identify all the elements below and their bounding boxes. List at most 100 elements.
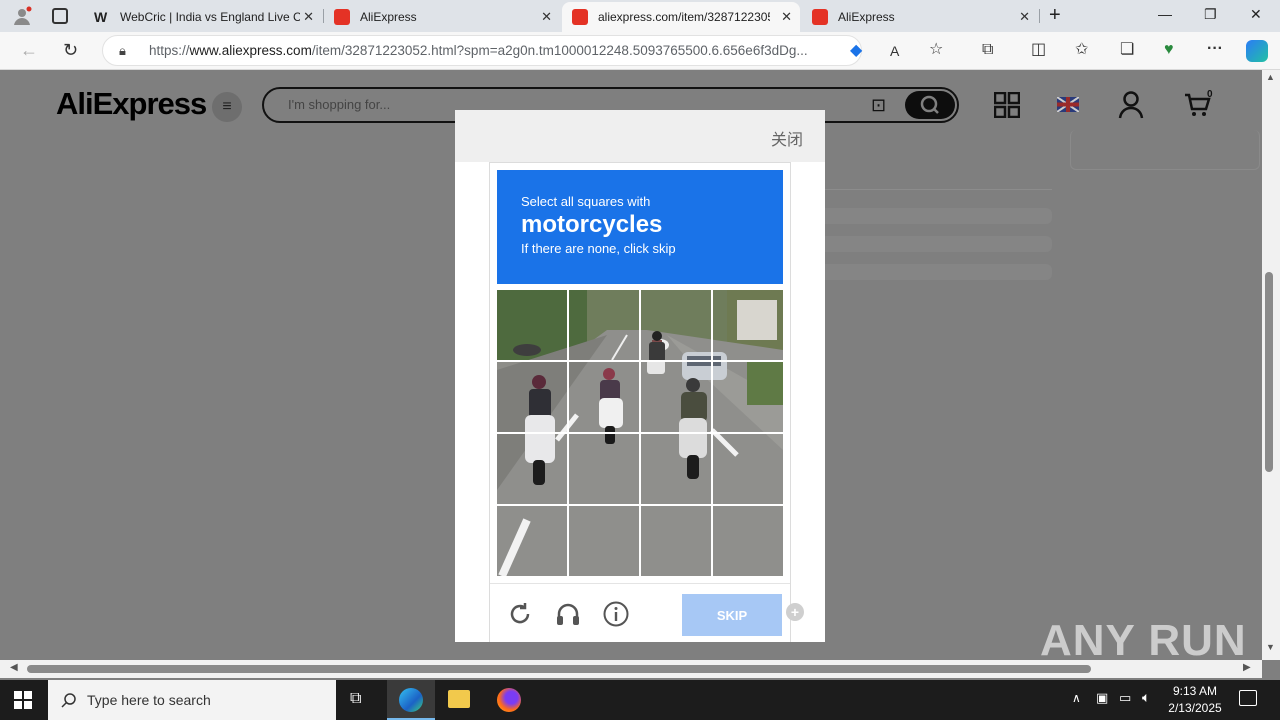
skip-button[interactable]: SKIP	[682, 594, 782, 636]
menu-icon[interactable]: ≡	[212, 92, 242, 122]
captcha-tile[interactable]	[569, 362, 639, 432]
captcha-prompt: Select all squares with motorcycles If t…	[497, 170, 783, 284]
plus-icon[interactable]: +	[786, 603, 804, 621]
network-icon[interactable]: ▭	[1119, 690, 1131, 706]
back-icon[interactable]: ←	[20, 41, 38, 59]
captcha-tile[interactable]	[641, 362, 711, 432]
captcha-tile[interactable]	[497, 290, 567, 360]
close-tab-icon[interactable]: ✕	[781, 9, 792, 25]
uk-flag-icon[interactable]	[1056, 96, 1080, 113]
tab-aliexpress-1[interactable]: AliExpress ✕	[324, 2, 560, 32]
tab-separator	[1039, 9, 1040, 23]
restore-icon[interactable]: ❐	[1204, 6, 1217, 23]
taskbar-search[interactable]: Type here to search	[48, 680, 336, 720]
close-window-icon[interactable]: ✕	[1250, 6, 1262, 23]
tab-title: AliExpress	[360, 10, 417, 24]
captcha-tile[interactable]	[713, 362, 783, 432]
audio-challenge-icon[interactable]	[554, 600, 582, 628]
firefox-icon[interactable]	[497, 688, 521, 712]
tab-aliexpress-2[interactable]: AliExpress ✕	[802, 2, 1038, 32]
refresh-icon[interactable]: ↻	[63, 41, 78, 59]
split-screen-icon[interactable]: ◫	[1031, 42, 1046, 58]
search-icon	[920, 95, 939, 114]
tab-aliexpress-item[interactable]: aliexpress.com/item/3287122305 ✕	[562, 2, 800, 32]
notifications-icon[interactable]	[1239, 690, 1257, 706]
read-aloud-icon[interactable]: A	[890, 43, 899, 59]
scroll-left-icon[interactable]: ◀	[10, 662, 18, 673]
tab-actions-icon[interactable]	[52, 8, 68, 24]
captcha-tile[interactable]	[641, 434, 711, 504]
taskbar-clock[interactable]: 9:13 AM 2/13/2025	[1163, 683, 1227, 717]
reload-icon[interactable]	[506, 600, 534, 628]
browser-tab-bar: W WebCric | India vs England Live C ✕ Al…	[0, 0, 1280, 32]
show-hidden-icons[interactable]: ∧	[1072, 691, 1081, 705]
scrollbar-thumb[interactable]	[27, 665, 1091, 673]
captcha-instruction: Select all squares with	[521, 194, 651, 209]
info-icon[interactable]	[602, 600, 630, 628]
collections-icon[interactable]: ❏	[1120, 42, 1134, 58]
close-tab-icon[interactable]: ✕	[303, 9, 314, 25]
close-tab-icon[interactable]: ✕	[1019, 9, 1030, 25]
file-explorer-icon[interactable]	[448, 690, 470, 708]
tab-webcric[interactable]: W WebCric | India vs England Live C ✕	[84, 2, 322, 32]
profile-icon[interactable]	[12, 6, 32, 26]
volume-icon[interactable]: 🔈︎	[1142, 689, 1150, 706]
tab-title: aliexpress.com/item/3287122305	[598, 10, 770, 24]
captcha-tile[interactable]	[497, 434, 567, 504]
verification-modal: 关闭 Select all squares with motorcycles I…	[455, 110, 825, 642]
search-button[interactable]	[905, 91, 955, 119]
url-field[interactable]: 🔒︎ https://www.aliexpress.com/item/32871…	[102, 35, 862, 66]
more-options-icon[interactable]: ···	[1207, 41, 1223, 57]
captcha-image-grid	[497, 290, 783, 576]
device-icon[interactable]: ▣	[1096, 690, 1108, 706]
copilot-icon[interactable]	[1246, 40, 1268, 62]
captcha-tile[interactable]	[569, 434, 639, 504]
apps-grid-icon[interactable]	[993, 91, 1021, 119]
scroll-down-icon[interactable]: ▼	[1266, 642, 1275, 652]
extensions-icon[interactable]: ⧉	[982, 42, 993, 58]
captcha-tile[interactable]	[713, 290, 783, 360]
image-search-icon[interactable]: ⊡	[871, 95, 886, 116]
site-logo[interactable]: AliExpress	[56, 86, 207, 122]
skeleton-line	[808, 264, 1052, 280]
captcha-tile[interactable]	[497, 362, 567, 432]
skeleton-line	[808, 208, 1052, 224]
captcha-hint: If there are none, click skip	[521, 241, 676, 256]
captcha-footer: SKIP	[490, 583, 790, 643]
captcha-tile[interactable]	[497, 506, 567, 576]
shopping-tag-icon[interactable]: ◆	[850, 43, 862, 59]
captcha-tile[interactable]	[569, 290, 639, 360]
captcha-tile[interactable]	[641, 506, 711, 576]
edge-taskbar-icon[interactable]	[387, 680, 435, 720]
scroll-up-icon[interactable]: ▲	[1266, 72, 1275, 82]
clock-time: 9:13 AM	[1172, 684, 1218, 698]
close-tab-icon[interactable]: ✕	[541, 9, 552, 25]
clock-date: 2/13/2025	[1168, 701, 1222, 715]
start-button[interactable]	[14, 691, 32, 709]
aliexpress-icon	[334, 9, 350, 25]
scrollbar-thumb[interactable]	[1265, 272, 1273, 472]
skeleton-divider	[800, 189, 1052, 190]
windows-taskbar: Type here to search ⧉ ∧ ▣ ▭ 🔈︎ 9:13 AM 2…	[0, 680, 1280, 720]
url-path: /item/32871223052.html?spm=a2g0n.tm10000…	[311, 43, 808, 58]
task-view-icon[interactable]: ⧉	[350, 690, 361, 708]
lock-icon[interactable]: 🔒︎	[119, 36, 126, 65]
modal-close-button[interactable]: 关闭	[771, 126, 803, 150]
url-prefix: https://	[149, 43, 190, 58]
favorite-star-icon[interactable]: ☆	[929, 42, 943, 58]
captcha-tile[interactable]	[569, 506, 639, 576]
captcha-tile[interactable]	[713, 506, 783, 576]
browser-essentials-icon[interactable]: ♥	[1164, 42, 1174, 58]
captcha-challenge: Select all squares with motorcycles If t…	[489, 162, 791, 642]
minimize-icon[interactable]: —	[1158, 6, 1172, 22]
captcha-tile[interactable]	[713, 434, 783, 504]
new-tab-icon[interactable]: +	[1049, 4, 1061, 27]
vertical-scrollbar[interactable]: ▲ ▼	[1262, 70, 1280, 660]
favorites-icon[interactable]: ✩	[1075, 42, 1088, 58]
tab-title: WebCric | India vs England Live C	[120, 10, 300, 24]
modal-header: 关闭	[455, 110, 825, 162]
address-bar: ← ↻ 🔒︎ https://www.aliexpress.com/item/3…	[0, 32, 1280, 70]
search-placeholder: I'm shopping for...	[288, 97, 391, 112]
account-icon[interactable]	[1118, 91, 1144, 119]
captcha-tile[interactable]	[641, 290, 711, 360]
